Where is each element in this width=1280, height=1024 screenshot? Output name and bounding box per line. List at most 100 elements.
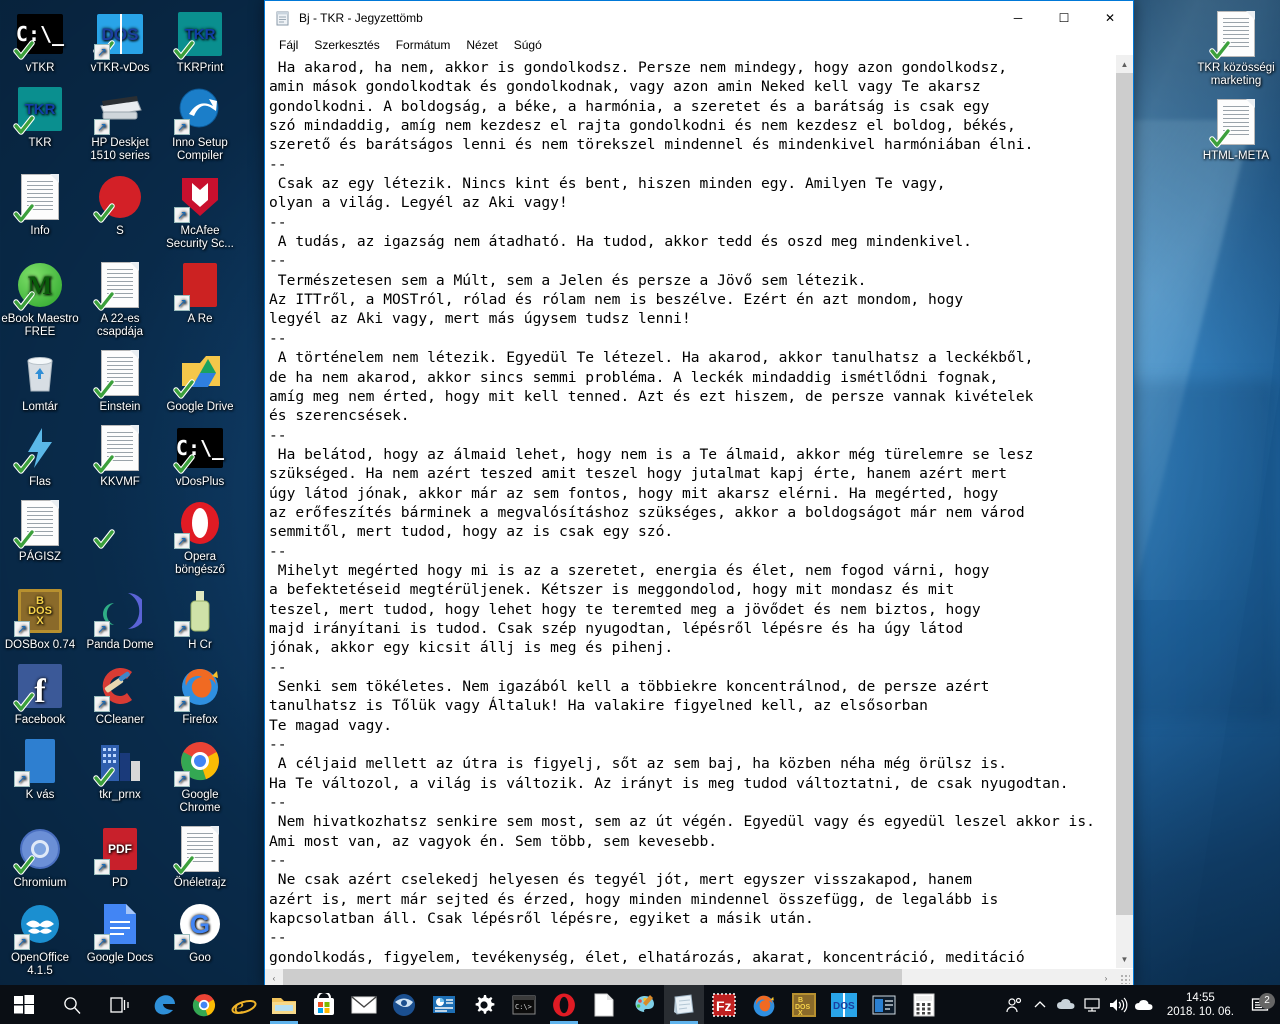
taskbar-presentation[interactable] — [424, 985, 464, 1024]
taskbar-settings[interactable] — [464, 985, 504, 1024]
desktop-icon-vtkr[interactable]: C:\_ vTKR — [0, 0, 80, 75]
taskbar-notepad[interactable] — [664, 985, 704, 1024]
desktop-icon-label: McAfee Security Sc... — [166, 225, 234, 250]
desktop-icon-tkr[interactable]: TKR TKR — [0, 75, 80, 163]
taskbar-document[interactable] — [584, 985, 624, 1024]
desktop-icon-goo[interactable]: G ↗ Goo — [160, 890, 240, 978]
desktop-icon-opera-b-ng-sz[interactable]: ↗ Opera böngésző — [160, 489, 240, 577]
desktop-icon-ebook-maestro-free[interactable]: MeBook Maestro FREE — [0, 251, 80, 339]
maximize-button[interactable]: ☐ — [1041, 1, 1087, 34]
volume-icon[interactable] — [1105, 985, 1131, 1024]
scroll-down-arrow[interactable]: ▼ — [1116, 950, 1133, 968]
desktop-icon-ccleaner[interactable]: ↗ CCleaner — [80, 652, 160, 727]
close-button[interactable]: ✕ — [1087, 1, 1133, 34]
horizontal-scroll-thumb[interactable] — [283, 969, 902, 986]
desktop-icon-firefox[interactable]: ↗ Firefox — [160, 652, 240, 727]
vertical-scroll-track[interactable] — [1116, 73, 1133, 950]
desktop-icon-p-gisz[interactable]: PÁGISZ — [0, 489, 80, 577]
minimize-button[interactable]: ─ — [995, 1, 1041, 34]
desktop-icon-tkr-k-z-ss-gi-marketing[interactable]: TKR közösségi marketing — [1196, 0, 1276, 88]
desktop-icon-label: Lomtár — [22, 401, 58, 413]
window-titlebar[interactable]: Bj - TKR - Jegyzettömb ─ ☐ ✕ — [265, 1, 1133, 34]
desktop-icon-google-docs[interactable]: ↗ Google Docs — [80, 890, 160, 978]
desktop-icon-facebook[interactable]: f Facebook — [0, 652, 80, 727]
desktop-icon-einstein[interactable]: Einstein — [80, 339, 160, 414]
task-view-button[interactable] — [96, 985, 144, 1024]
google-icon: G ↗ — [174, 900, 224, 950]
desktop-icon-flas[interactable]: Flas — [0, 414, 80, 489]
desktop-icon-n-letrajz[interactable]: Önéletrajz — [160, 815, 240, 890]
desktop-icon-a-re[interactable]: ↗ A Re — [160, 251, 240, 339]
taskbar-dosbox[interactable]: B DOS X — [784, 985, 824, 1024]
onedrive-tray-icon[interactable] — [1053, 985, 1079, 1024]
taskbar-paint[interactable] — [624, 985, 664, 1024]
desktop-icon-openoffice-4-1-5[interactable]: ↗ OpenOffice 4.1.5 — [0, 890, 80, 978]
desktop-icon-mcafee-security-sc[interactable]: ↗ McAfee Security Sc... — [160, 163, 240, 251]
onedrive-white-icon[interactable] — [1131, 985, 1157, 1024]
taskbar-microsoft-store[interactable] — [304, 985, 344, 1024]
taskbar-firefox[interactable] — [744, 985, 784, 1024]
taskbar-window-app[interactable] — [864, 985, 904, 1024]
facebook-icon: f — [13, 662, 64, 712]
menu-item-sugo[interactable]: Súgó — [506, 36, 550, 54]
taskbar-opera[interactable] — [544, 985, 584, 1024]
start-button[interactable] — [0, 985, 48, 1024]
taskbar-thunderbird[interactable] — [384, 985, 424, 1024]
desktop-icon-h-cr[interactable]: ↗ H Cr — [160, 577, 240, 652]
desktop-icon-tkrprint[interactable]: TKR TKRPrint — [160, 0, 240, 75]
desktop-icon-html-meta[interactable]: HTML-META — [1196, 88, 1276, 163]
desktop-icon-vtkr-vdos[interactable]: DOS↗ vTKR-vDos — [80, 0, 160, 75]
action-center-button[interactable]: 2 — [1244, 992, 1276, 1014]
desktop-icon-label: Google Docs — [86, 952, 154, 964]
gear-icon — [473, 994, 495, 1016]
desktop-icon-s[interactable]: S — [80, 163, 160, 251]
desktop-icon-a-22-es-csapd-ja[interactable]: A 22-es csapdája — [80, 251, 160, 339]
people-icon[interactable] — [1001, 985, 1027, 1024]
desktop-icon-inno-setup-compiler[interactable]: ↗ Inno Setup Compiler — [160, 75, 240, 163]
taskbar-calculator[interactable] — [904, 985, 944, 1024]
desktop-icon-lomt-r[interactable]: Lomtár — [0, 339, 80, 414]
desktop-icon-google-chrome[interactable]: ↗ Google Chrome — [160, 727, 240, 815]
text-editor[interactable]: Ha akarod, ha nem, akkor is gondolkodsz.… — [265, 55, 1115, 968]
taskbar-internet-explorer[interactable]: e — [224, 985, 264, 1024]
horizontal-scrollbar[interactable]: ‹ › — [265, 968, 1133, 987]
taskbar-edge[interactable] — [144, 985, 184, 1024]
desktop-icon-tkr-prnx[interactable]: tkr_prnx — [80, 727, 160, 815]
taskbar-mail[interactable] — [344, 985, 384, 1024]
taskbar-vdos[interactable]: DOS — [824, 985, 864, 1024]
menu-item-nezet[interactable]: Nézet — [458, 36, 505, 54]
vertical-scroll-thumb[interactable] — [1116, 73, 1133, 915]
desktop-icon-label: S — [116, 225, 124, 237]
taskbar-chrome[interactable] — [184, 985, 224, 1024]
desktop-icon-panda-dome[interactable]: ↗ Panda Dome — [80, 577, 160, 652]
desktop-icon-unnamed-19[interactable] — [80, 489, 160, 577]
scroll-up-arrow[interactable]: ▲ — [1116, 55, 1133, 73]
desktop-icon-pd[interactable]: PDF ↗ PD — [80, 815, 160, 890]
desktop-icon-label: CCleaner — [95, 714, 145, 726]
desktop-icon-vdosplus[interactable]: C:\_ vDosPlus — [160, 414, 240, 489]
taskbar-filezilla[interactable]: Fz — [704, 985, 744, 1024]
taskbar-command-prompt[interactable]: C:\> — [504, 985, 544, 1024]
checkmark-overlay-icon — [13, 39, 35, 61]
desktop-icon-kkvmf[interactable]: KKVMF — [80, 414, 160, 489]
menu-item-fajl[interactable]: Fájl — [271, 36, 306, 54]
horizontal-scroll-track[interactable] — [283, 969, 1097, 986]
vertical-scrollbar[interactable]: ▲ ▼ — [1115, 55, 1133, 968]
menu-item-szerkesztes[interactable]: Szerkesztés — [306, 36, 387, 54]
svg-text:X: X — [798, 1010, 803, 1017]
network-icon[interactable] — [1079, 985, 1105, 1024]
desktop-icon-info[interactable]: Info — [0, 163, 80, 251]
desktop-icon-hp-deskjet-1510-series[interactable]: ↗ HP Deskjet 1510 series — [80, 75, 160, 163]
notepad-icon — [672, 993, 696, 1016]
desktop-icon-google-drive[interactable]: Google Drive — [160, 339, 240, 414]
desktop-icon-k-v-s[interactable]: ↗ K vás — [0, 727, 80, 815]
search-button[interactable] — [48, 985, 96, 1024]
menu-item-formatum[interactable]: Formátum — [388, 36, 459, 54]
chrome-icon — [192, 993, 216, 1017]
desktop-icon-dosbox-0-74[interactable]: B DOS X ↗ DOSBox 0.74 — [0, 577, 80, 652]
shortcut-overlay-icon: ↗ — [94, 934, 110, 950]
desktop-icon-chromium[interactable]: Chromium — [0, 815, 80, 890]
taskbar-file-explorer[interactable] — [264, 985, 304, 1024]
show-hidden-icons-chevron[interactable] — [1027, 985, 1053, 1024]
clock[interactable]: 14:55 2018. 10. 06. — [1157, 991, 1244, 1019]
